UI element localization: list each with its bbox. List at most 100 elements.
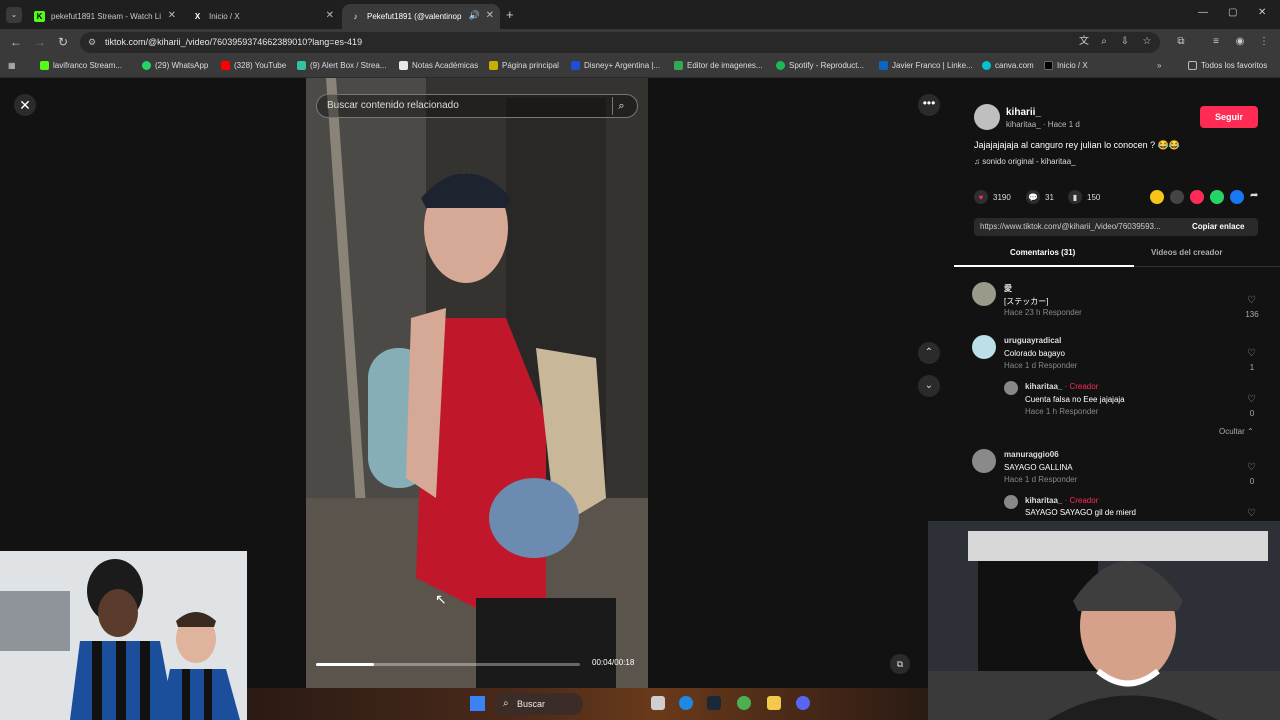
- bookmark-item[interactable]: Inicio / X: [1044, 61, 1088, 70]
- file-explorer-icon[interactable]: [767, 696, 781, 710]
- comment-author[interactable]: uruguayradical: [1004, 336, 1061, 345]
- heart-outline-icon[interactable]: ♡: [1247, 348, 1256, 359]
- tab-kick-stream[interactable]: K pekefut1891 Stream - Watch Li ✕: [26, 4, 182, 29]
- related-search-input[interactable]: Buscar contenido relacionado: [316, 94, 638, 118]
- share-arrow-icon[interactable]: ➦: [1250, 190, 1258, 201]
- next-video-button[interactable]: ⌄: [918, 375, 940, 397]
- webcam-overlay: [928, 521, 1280, 720]
- creator-username[interactable]: kiharii_: [1006, 107, 1041, 118]
- avatar[interactable]: [972, 449, 996, 473]
- install-app-icon[interactable]: ⇩: [1119, 36, 1131, 48]
- search-icon[interactable]: ⌕: [612, 97, 630, 115]
- close-video-button[interactable]: ✕: [14, 94, 36, 116]
- heart-outline-icon[interactable]: ♡: [1247, 462, 1256, 473]
- more-bookmarks-icon[interactable]: »: [1157, 61, 1161, 70]
- new-tab-button[interactable]: +: [506, 7, 514, 22]
- bookmark-item[interactable]: Spotify - Reproduct...: [776, 61, 864, 70]
- video-player[interactable]: [306, 78, 648, 688]
- heart-icon: ♥: [974, 190, 988, 204]
- close-icon[interactable]: ✕: [168, 10, 176, 21]
- heart-outline-icon[interactable]: ♡: [1247, 508, 1256, 519]
- bookmark-item[interactable]: (29) WhatsApp: [142, 61, 208, 70]
- video-frame: [306, 78, 648, 688]
- chrome-icon[interactable]: [737, 696, 751, 710]
- tab-comments[interactable]: Comentarios (31): [1010, 248, 1075, 257]
- steam-icon[interactable]: [707, 696, 721, 710]
- translate-icon[interactable]: 文: [1078, 36, 1090, 48]
- bookmark-item[interactable]: lavifranco Stream...: [40, 61, 122, 70]
- comment-author[interactable]: 愛: [1004, 283, 1012, 294]
- bookmark-item[interactable]: (328) YouTube: [221, 61, 286, 70]
- avatar[interactable]: [1004, 495, 1018, 509]
- previous-video-button[interactable]: ⌃: [918, 342, 940, 364]
- task-view-icon[interactable]: [651, 696, 665, 710]
- apps-grid-icon[interactable]: ▦: [8, 61, 16, 70]
- facebook-icon[interactable]: [1230, 190, 1244, 204]
- close-icon[interactable]: ✕: [486, 10, 494, 21]
- tiktok-icon: ♪: [353, 12, 358, 21]
- bookmark-item[interactable]: (9) Alert Box / Strea...: [297, 61, 386, 70]
- url-input[interactable]: ⚙ tiktok.com/@kiharii_/video/76039593746…: [80, 32, 1160, 53]
- embed-icon[interactable]: [1170, 190, 1184, 204]
- window-close-button[interactable]: ✕: [1258, 7, 1266, 18]
- comment-stat[interactable]: 💬 31: [1026, 190, 1054, 204]
- windows-taskbar: [247, 688, 928, 720]
- zoom-icon[interactable]: ⌕: [1098, 36, 1110, 48]
- copy-link-button[interactable]: Copiar enlace: [1192, 218, 1244, 236]
- avatar[interactable]: [972, 282, 996, 306]
- coin-icon[interactable]: [1150, 190, 1164, 204]
- save-stat[interactable]: ▮ 150: [1068, 190, 1100, 204]
- reply-author[interactable]: kiharitaa_ · Creador: [1025, 496, 1098, 505]
- extensions-icon[interactable]: ⧉: [1175, 36, 1187, 48]
- forward-arrow-icon[interactable]: →: [34, 35, 46, 49]
- comment-author[interactable]: manuraggio06: [1004, 450, 1059, 459]
- comment-meta[interactable]: Hace 23 h Responder: [1004, 308, 1082, 317]
- edge-icon[interactable]: [679, 696, 693, 710]
- heart-outline-icon[interactable]: ♡: [1247, 295, 1256, 306]
- discord-icon[interactable]: [796, 696, 810, 710]
- windows-start-icon[interactable]: [470, 696, 485, 711]
- bookmark-item[interactable]: Editor de imagenes...: [674, 61, 763, 70]
- like-stat[interactable]: ♥ 3190: [974, 190, 1011, 204]
- whatsapp-icon[interactable]: [1210, 190, 1224, 204]
- maximize-button[interactable]: ▢: [1228, 7, 1237, 18]
- hide-replies-button[interactable]: Ocultar ⌃: [1219, 427, 1254, 436]
- bookmark-item[interactable]: Página principal: [489, 61, 559, 70]
- comment-meta[interactable]: Hace 1 d Responder: [1004, 361, 1077, 370]
- comment-meta[interactable]: Hace 1 d Responder: [1004, 475, 1077, 484]
- bookmark-item[interactable]: canva.com: [982, 61, 1034, 70]
- close-icon[interactable]: ✕: [326, 10, 334, 21]
- media-controls-icon[interactable]: ≡: [1210, 36, 1222, 48]
- heart-outline-icon[interactable]: ♡: [1247, 394, 1256, 405]
- menu-dots-icon[interactable]: ⋮: [1258, 36, 1270, 48]
- bookmark-item[interactable]: Disney+ Argentina |...: [571, 61, 660, 70]
- follow-button[interactable]: Seguir: [1200, 106, 1258, 128]
- sound-link[interactable]: ♫ sonido original - kiharitaa_: [974, 157, 1076, 166]
- back-arrow-icon[interactable]: ←: [10, 35, 22, 49]
- profile-icon[interactable]: ◉: [1234, 36, 1246, 48]
- send-icon[interactable]: [1190, 190, 1204, 204]
- bookmark-item[interactable]: Notas Académicas: [399, 61, 478, 70]
- tab-inicio-x[interactable]: X Inicio / X ✕: [184, 4, 340, 29]
- avatar[interactable]: [972, 335, 996, 359]
- tab-tiktok[interactable]: ♪ Pekefut1891 (@valentinop 🔊 ✕: [342, 4, 500, 29]
- bookmark-icon: ▮: [1068, 190, 1082, 204]
- bookmark-star-icon[interactable]: ☆: [1141, 36, 1153, 48]
- address-toolbar: ← → ↻ ⚙ tiktok.com/@kiharii_/video/76039…: [0, 29, 1280, 56]
- bookmark-item[interactable]: Javier Franco | Linke...: [879, 61, 973, 70]
- all-bookmarks-folder[interactable]: Todos los favoritos: [1188, 61, 1267, 70]
- site-info-icon[interactable]: ⚙: [88, 32, 96, 53]
- minimize-button[interactable]: —: [1198, 7, 1208, 18]
- tab-search-chevron-icon[interactable]: ⌄: [6, 7, 22, 23]
- active-tab-indicator: [954, 265, 1134, 267]
- avatar[interactable]: [974, 104, 1000, 130]
- reply-author[interactable]: kiharitaa_ · Creador: [1025, 382, 1098, 391]
- more-options-button[interactable]: •••: [918, 94, 940, 116]
- reply-meta[interactable]: Hace 1 h Responder: [1025, 407, 1098, 416]
- pip-icon[interactable]: ⧉: [890, 654, 910, 674]
- avatar[interactable]: [1004, 381, 1018, 395]
- speaker-icon[interactable]: 🔊: [469, 10, 480, 21]
- reload-icon[interactable]: ↻: [58, 35, 68, 49]
- tab-creator-videos[interactable]: Videos del creador: [1151, 248, 1222, 257]
- video-progress-bar[interactable]: [316, 663, 580, 666]
